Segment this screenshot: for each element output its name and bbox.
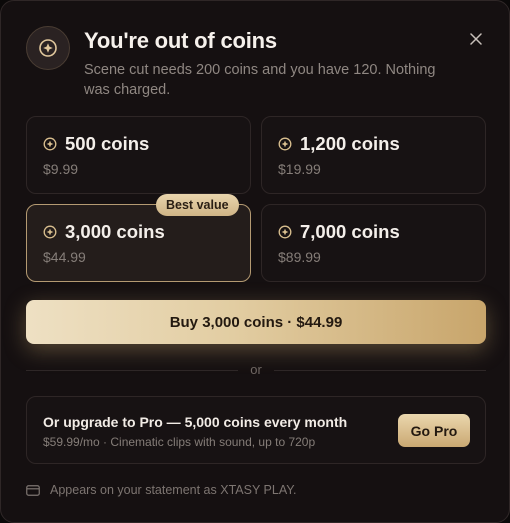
pack-coins-label: 1,200 coins [300,133,400,154]
pack-coins: 3,000 coins [43,221,165,243]
pro-upgrade-card: Or upgrade to Pro — 5,000 coins every mo… [26,396,486,464]
coin-pack-7000[interactable]: 7,000 coins $89.99 [261,204,486,282]
pack-price: $9.99 [43,161,79,177]
pack-price: $89.99 [278,249,321,265]
coin-icon [43,137,57,151]
coin-pack-500[interactable]: 500 coins $9.99 [26,116,251,194]
coin-pack-3000[interactable]: Best value 3,000 coins $44.99 [26,194,251,282]
coin-icon [26,26,70,70]
card-icon [26,484,40,496]
dialog-subtitle: Scene cut needs 200 coins and you have 1… [84,62,436,98]
coin-icon [278,225,292,239]
statement-note: Appears on your statement as XTASY PLAY. [26,483,296,497]
divider-left [26,370,238,371]
pack-coins: 500 coins [43,133,149,155]
pack-coins-label: 7,000 coins [300,221,400,242]
pro-title: Or upgrade to Pro — 5,000 coins every mo… [43,414,348,430]
best-value-badge: Best value [156,194,239,216]
pro-subtitle: $59.99/mo · Cinematic clips with sound, … [43,435,316,449]
divider-or-label: or [250,362,262,377]
dialog-title: You're out of coins [84,28,277,53]
coin-pack-1200[interactable]: 1,200 coins $19.99 [261,116,486,194]
pack-price: $44.99 [43,249,86,265]
pack-coins-label: 3,000 coins [65,221,165,242]
go-pro-button[interactable]: Go Pro [398,414,470,447]
statement-text: Appears on your statement as XTASY PLAY. [50,483,297,497]
pack-coins: 1,200 coins [278,133,400,155]
pack-coins: 7,000 coins [278,221,400,243]
buy-coins-button[interactable]: Buy 3,000 coins · $44.99 [26,300,486,344]
pack-coins-label: 500 coins [65,133,150,154]
divider-right [274,370,486,371]
close-button[interactable] [465,28,487,50]
close-icon [470,33,482,45]
out-of-coins-dialog: You're out of coins Scene cut needs 200 … [0,0,510,523]
coin-icon [278,137,292,151]
pack-price: $19.99 [278,161,321,177]
coin-icon [43,225,57,239]
